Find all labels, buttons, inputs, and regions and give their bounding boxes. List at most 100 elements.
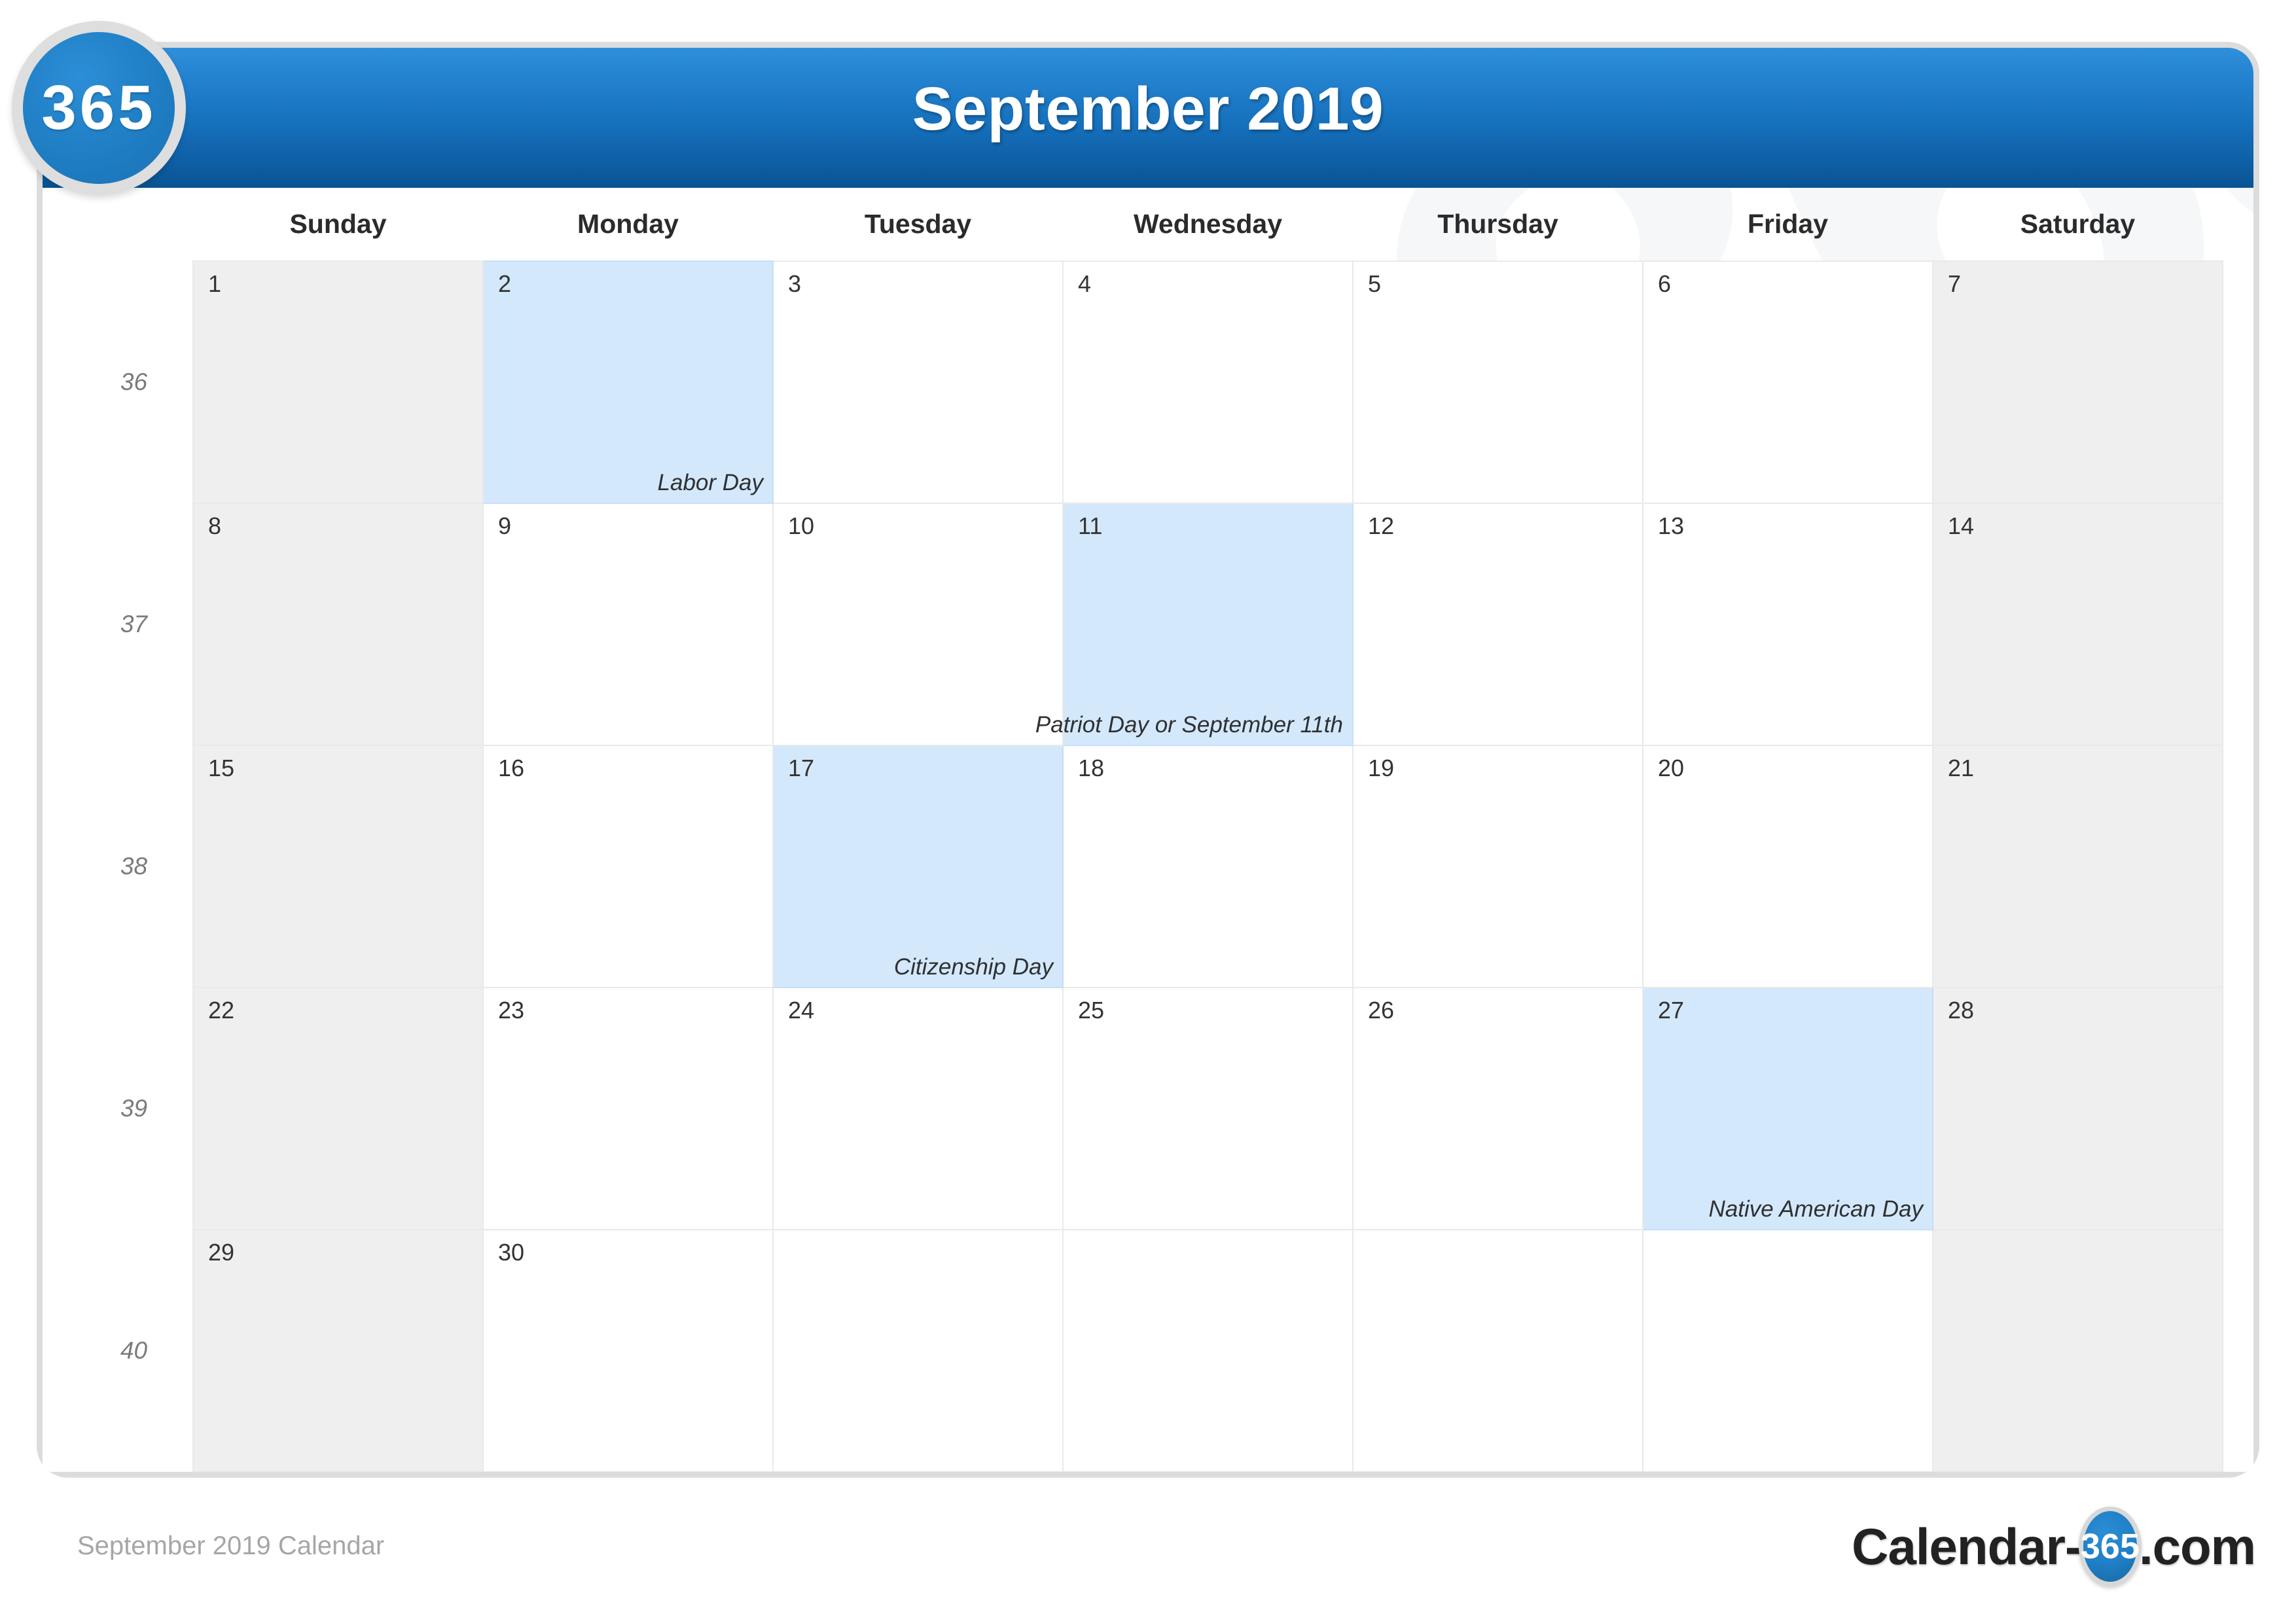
day-number: 14 (1948, 512, 1975, 539)
holiday-label: Patriot Day or September 11th (1035, 712, 1343, 738)
day-number: 12 (1368, 512, 1395, 539)
day-cell-25[interactable]: 25 (1062, 987, 1354, 1230)
weekday-header-friday: Friday (1747, 209, 1829, 239)
day-cell-12[interactable]: 12 (1352, 503, 1643, 746)
calendar-week-row: 36 1 2 Labor Day 3 4 5 6 7 (75, 260, 2223, 504)
day-cell-22[interactable]: 22 (192, 987, 484, 1230)
day-cell-14[interactable]: 14 (1932, 503, 2223, 746)
day-number: 9 (498, 512, 512, 539)
calendar-week-row: 39 22 23 24 25 26 27 Native American Day 28 (75, 987, 2223, 1230)
day-number: 17 (788, 755, 815, 781)
weekday-header-row: Sunday Monday Tuesday Wednesday Thursday… (75, 188, 2223, 261)
day-cell-10[interactable]: 10 (772, 503, 1064, 746)
calendar-grid: Sunday Monday Tuesday Wednesday Thursday… (75, 188, 2223, 1472)
holiday-label: Native American Day (1708, 1196, 1923, 1222)
day-number: 3 (788, 270, 802, 297)
day-number: 30 (498, 1239, 525, 1266)
day-number: 2 (498, 270, 512, 297)
week-number-cell: 39 (120, 1095, 148, 1122)
holiday-label: Citizenship Day (893, 954, 1053, 980)
logo-suffix-text: .com (2138, 1517, 2256, 1575)
calendar-week-row: 38 15 16 17 Citizenship Day 18 19 20 21 (75, 745, 2223, 988)
brand-badge-icon: 365 (12, 21, 186, 195)
calendar-body: 365 Sunday Monday Tuesday W (43, 188, 2253, 1472)
day-cell-13[interactable]: 13 (1642, 503, 1933, 746)
day-number: 16 (498, 755, 525, 781)
day-cell-8[interactable]: 8 (192, 503, 484, 746)
week-number-cell: 38 (120, 853, 148, 880)
day-number: 29 (208, 1239, 235, 1266)
day-cell-23[interactable]: 23 (482, 987, 774, 1230)
day-cell-30[interactable]: 30 (482, 1229, 774, 1472)
day-number: 1 (208, 270, 222, 297)
day-cell-empty-wednesday (1062, 1229, 1354, 1472)
day-cell-20[interactable]: 20 (1642, 745, 1933, 988)
day-number: 7 (1948, 270, 1962, 297)
day-number: 25 (1078, 997, 1105, 1024)
day-cell-7[interactable]: 7 (1932, 260, 2223, 504)
day-number: 28 (1948, 997, 1975, 1024)
day-number: 10 (788, 512, 815, 539)
calendar-grid-wrapper: Sunday Monday Tuesday Wednesday Thursday… (43, 188, 2253, 1472)
week-number-cell: 37 (120, 611, 148, 637)
day-cell-5[interactable]: 5 (1352, 260, 1643, 504)
logo-365-text: 365 (2080, 1527, 2140, 1566)
week-number-column-header (75, 188, 193, 261)
day-cell-15[interactable]: 15 (192, 745, 484, 988)
day-number: 26 (1368, 997, 1395, 1024)
day-cell-1[interactable]: 1 (192, 260, 484, 504)
weekday-header-saturday: Saturday (2020, 209, 2136, 239)
day-cell-21[interactable]: 21 (1932, 745, 2223, 988)
day-cell-empty-tuesday (772, 1229, 1064, 1472)
day-cell-16[interactable]: 16 (482, 745, 774, 988)
day-number: 8 (208, 512, 222, 539)
day-number: 6 (1658, 270, 1672, 297)
brand-badge-text: 365 (41, 73, 156, 143)
logo-365-badge-icon: 365 (2078, 1507, 2142, 1586)
weekday-header-wednesday: Wednesday (1133, 209, 1283, 239)
calendar-page: September 2019 365 Sunday Monday (0, 0, 2296, 1623)
day-cell-empty-thursday (1352, 1229, 1643, 1472)
day-cell-9[interactable]: 9 (482, 503, 774, 746)
day-cell-26[interactable]: 26 (1352, 987, 1643, 1230)
week-number-cell: 40 (120, 1337, 148, 1364)
calendar365-logo[interactable]: Calendar- 365 .com (1852, 1507, 2256, 1586)
calendar-week-row: 37 8 9 10 11 Patriot Day or September 11th 12 1… (75, 503, 2223, 746)
page-title: September 2019 (912, 75, 1384, 143)
day-cell-24[interactable]: 24 (772, 987, 1064, 1230)
calendar-header-bar: September 2019 (43, 48, 2253, 188)
day-cell-28[interactable]: 28 (1932, 987, 2223, 1230)
day-number: 27 (1658, 997, 1685, 1024)
calendar-weeks: 36 1 2 Labor Day 3 4 5 6 7 37 8 9 10 11 Patriot Day or… (75, 260, 2223, 1472)
day-cell-6[interactable]: 6 (1642, 260, 1933, 504)
day-cell-11[interactable]: 11 Patriot Day or September 11th (1035, 503, 1354, 746)
day-number: 23 (498, 997, 525, 1024)
logo-365-badge-inner: 365 (2080, 1511, 2140, 1582)
day-cell-3[interactable]: 3 (772, 260, 1064, 504)
weekday-header-tuesday: Tuesday (864, 209, 972, 239)
day-cell-29[interactable]: 29 (192, 1229, 484, 1472)
day-number: 11 (1078, 512, 1103, 539)
week-number-cell: 36 (120, 368, 148, 395)
weekday-header-monday: Monday (577, 209, 679, 239)
calendar-card: September 2019 365 Sunday Monday (37, 42, 2259, 1478)
day-number: 4 (1078, 270, 1092, 297)
calendar-week-row: 40 29 30 (75, 1229, 2223, 1472)
weekday-header-thursday: Thursday (1437, 209, 1558, 239)
day-number: 13 (1658, 512, 1685, 539)
day-cell-empty-saturday (1932, 1229, 2223, 1472)
day-cell-18[interactable]: 18 (1062, 745, 1354, 988)
day-number: 21 (1948, 755, 1975, 781)
day-cell-19[interactable]: 19 (1352, 745, 1643, 988)
day-cell-17[interactable]: 17 Citizenship Day (772, 745, 1064, 988)
day-number: 20 (1658, 755, 1685, 781)
day-number: 18 (1078, 755, 1105, 781)
day-cell-27[interactable]: 27 Native American Day (1642, 987, 1933, 1230)
logo-prefix-text: Calendar- (1852, 1517, 2082, 1575)
day-number: 19 (1368, 755, 1395, 781)
day-number: 24 (788, 997, 815, 1024)
day-number: 22 (208, 997, 235, 1024)
day-cell-4[interactable]: 4 (1062, 260, 1354, 504)
day-cell-empty-friday (1642, 1229, 1933, 1472)
day-cell-2[interactable]: 2 Labor Day (482, 260, 774, 504)
